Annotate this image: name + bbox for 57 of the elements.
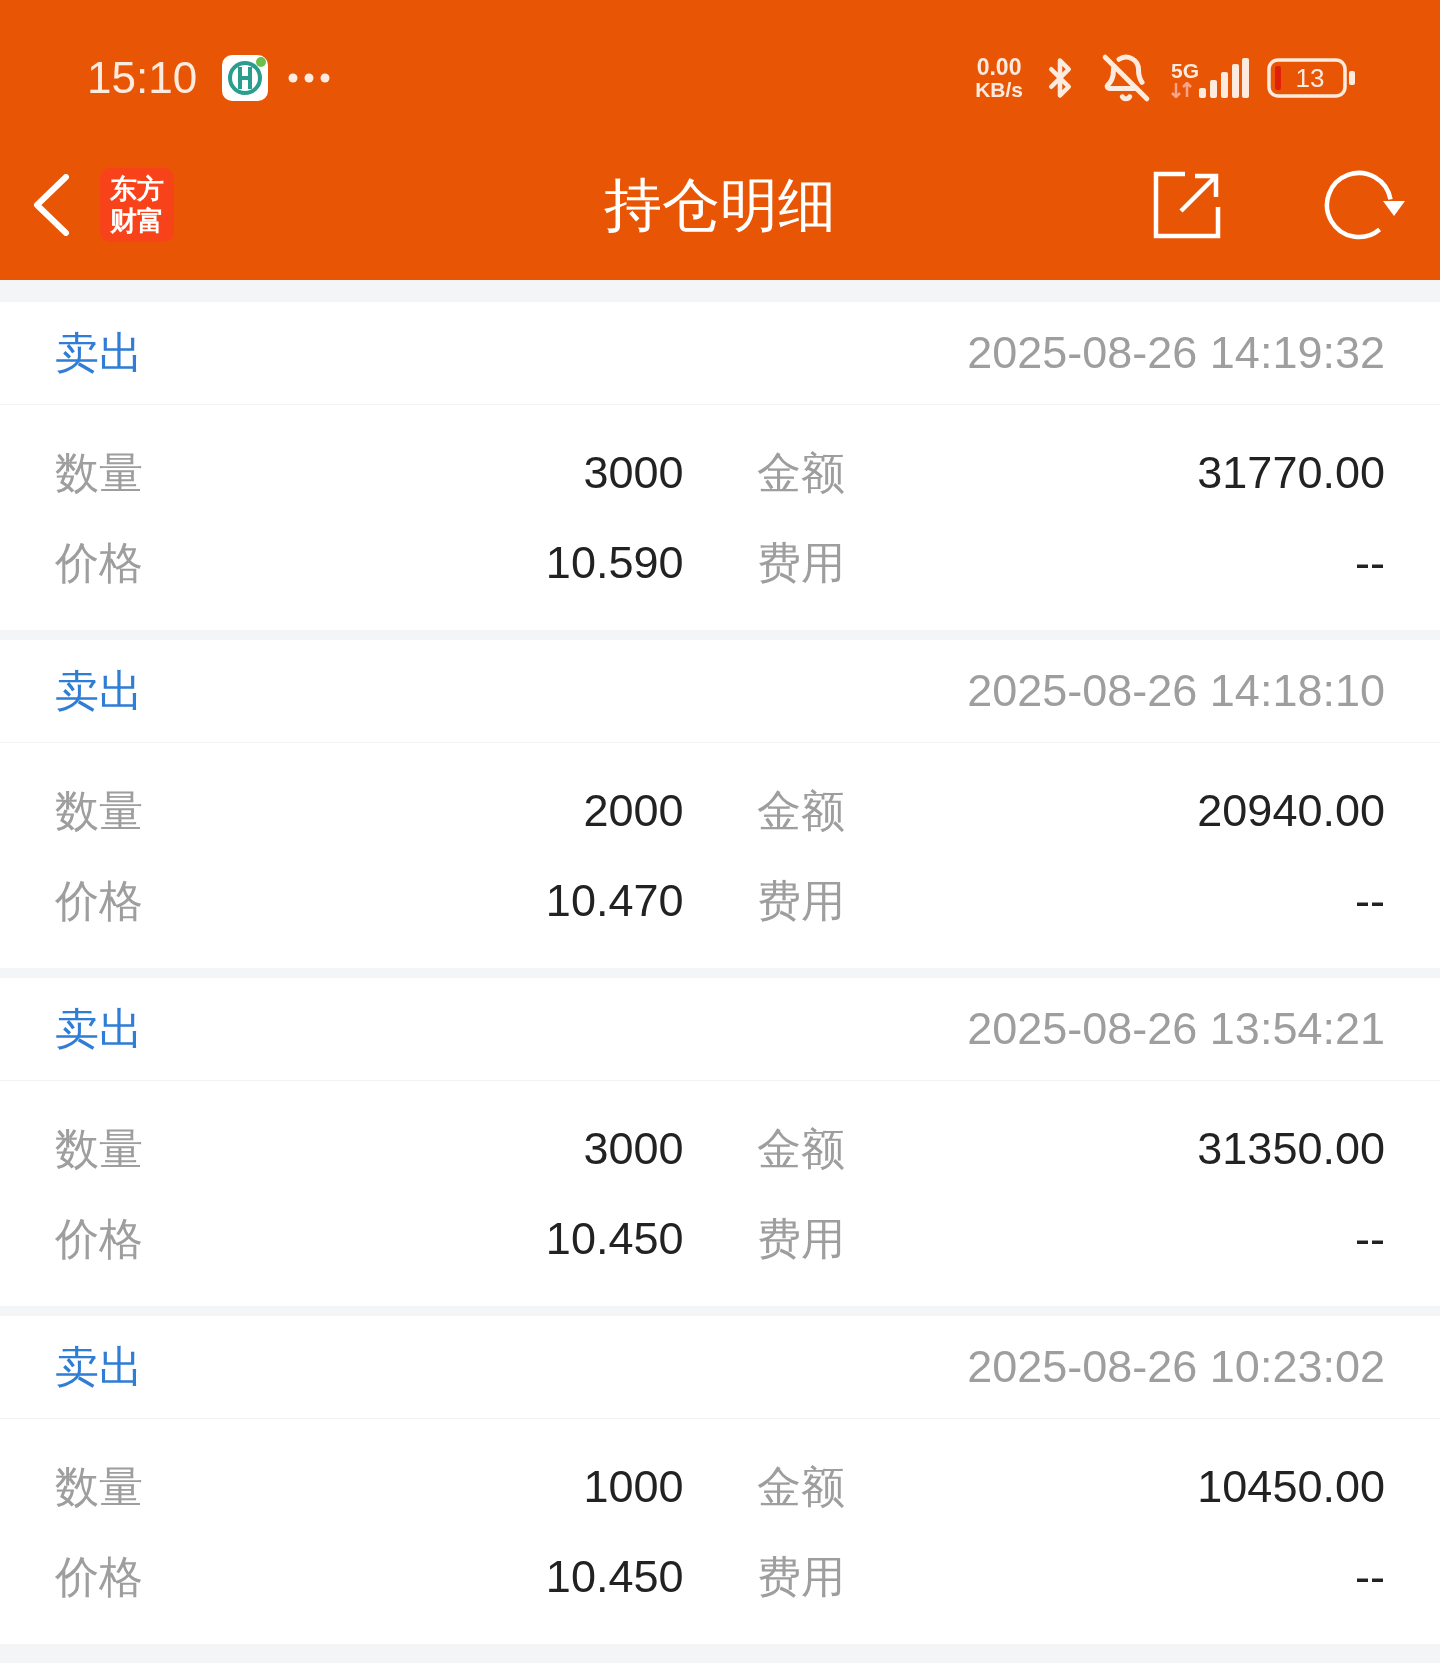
field-label: 数量 bbox=[55, 1124, 143, 1174]
field-value: 2000 bbox=[583, 786, 684, 836]
field-value: 3000 bbox=[583, 448, 684, 498]
logo-text: 东方财富 bbox=[109, 173, 165, 237]
field-label: 费用 bbox=[756, 538, 845, 588]
field-label: 价格 bbox=[55, 1214, 143, 1264]
field-value: 3000 bbox=[583, 1124, 684, 1174]
trade-time: 2025-08-26 14:19:32 bbox=[967, 328, 1385, 378]
field-label: 金额 bbox=[756, 786, 845, 836]
field-label: 费用 bbox=[756, 876, 845, 926]
app-notification-icon bbox=[222, 55, 269, 101]
battery-percent: 13 bbox=[1294, 63, 1326, 93]
page-title: 持仓明细 bbox=[604, 173, 836, 237]
trade-side: 卖出 bbox=[55, 666, 143, 716]
field-label: 价格 bbox=[55, 876, 143, 926]
chevron-left-icon bbox=[32, 174, 70, 236]
back-button[interactable] bbox=[32, 174, 70, 236]
field-label: 金额 bbox=[756, 1462, 845, 1512]
field-value: 10.450 bbox=[545, 1214, 684, 1264]
field-value: -- bbox=[1355, 538, 1385, 588]
field-label: 数量 bbox=[55, 448, 143, 498]
field-value: 1000 bbox=[583, 1462, 684, 1512]
network-type: 5G bbox=[1171, 60, 1199, 82]
field-label: 金额 bbox=[756, 1124, 845, 1174]
field-value: 31770.00 bbox=[1197, 448, 1385, 498]
share-icon bbox=[1151, 169, 1223, 241]
net-speed-unit: KB/s bbox=[975, 78, 1023, 101]
field-value: -- bbox=[1355, 1552, 1385, 1602]
bell-off-icon bbox=[1101, 53, 1151, 103]
battery-icon bbox=[1267, 58, 1355, 98]
status-time: 15:10 bbox=[87, 54, 198, 102]
field-label: 价格 bbox=[55, 1552, 143, 1602]
field-label: 费用 bbox=[756, 1214, 845, 1264]
field-value: -- bbox=[1355, 1214, 1385, 1264]
net-speed-value: 0.00 bbox=[976, 55, 1022, 79]
signal-icon bbox=[1199, 58, 1249, 98]
field-label: 金额 bbox=[756, 448, 845, 498]
field-label: 数量 bbox=[55, 1462, 143, 1512]
field-label: 费用 bbox=[756, 1552, 845, 1602]
field-value: 31350.00 bbox=[1197, 1124, 1385, 1174]
trade-time: 2025-08-26 10:23:02 bbox=[967, 1342, 1385, 1392]
data-arrows-icon bbox=[1171, 82, 1193, 98]
trade-side: 卖出 bbox=[55, 1004, 143, 1054]
field-value: 20940.00 bbox=[1197, 786, 1385, 836]
field-value: 10450.00 bbox=[1197, 1462, 1385, 1512]
field-value: 10.470 bbox=[545, 876, 684, 926]
trade-time: 2025-08-26 13:54:21 bbox=[967, 1004, 1385, 1054]
trade-time: 2025-08-26 14:18:10 bbox=[967, 666, 1385, 716]
more-dots-icon bbox=[288, 73, 331, 83]
field-value: 10.450 bbox=[545, 1552, 684, 1602]
trade-side: 卖出 bbox=[55, 1342, 143, 1392]
field-value: 10.590 bbox=[545, 538, 684, 588]
field-label: 数量 bbox=[55, 786, 143, 836]
trade-side: 卖出 bbox=[55, 328, 143, 378]
field-value: -- bbox=[1355, 876, 1385, 926]
field-label: 价格 bbox=[55, 538, 143, 588]
share-button[interactable] bbox=[1151, 169, 1223, 241]
